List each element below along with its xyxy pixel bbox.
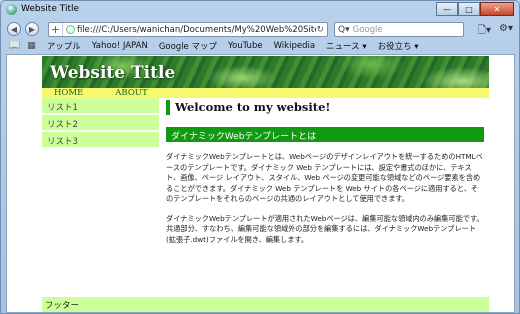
site-header: Website Title [42,56,489,88]
new-tab-button[interactable]: + [49,23,63,36]
browser-toolbar: ◀ ▶ + file:///C:/Users/wanichan/Document… [2,19,519,39]
browser-window: Website Title — □ ✕ ◀ ▶ + file:///C:/Use… [0,0,520,314]
sidebar-item-list3[interactable]: リスト3 [42,132,159,149]
minimize-button[interactable]: — [436,2,458,16]
title-bar[interactable]: Website Title — □ ✕ [1,1,519,18]
grid-icon[interactable]: ▦ [27,41,36,51]
globe-icon [65,25,75,34]
bookmark-google-maps[interactable]: Google マップ [159,40,217,52]
toolbar-menus: 🗋▾ ⚙▾ [478,23,513,40]
url-text[interactable]: file:///C:/Users/wanichan/Documents/My%2… [77,25,317,35]
nav-home-link[interactable]: HOME [54,88,83,98]
paragraph-intro: ダイナミックWebテンプレートとは、Webページのデザインレイアウトを統一するた… [166,152,483,203]
bookmark-wikipedia[interactable]: Wikipedia [274,41,315,51]
sidebar-item-list1[interactable]: リスト1 [42,98,159,115]
bookmark-news-folder[interactable]: ニュース ▾ [326,40,367,52]
bookmark-useful-folder[interactable]: お役立ち ▾ [378,40,419,52]
back-button[interactable]: ◀ [7,22,21,36]
maximize-button[interactable]: □ [458,2,480,16]
search-engine-icon[interactable]: Q▾ [338,25,350,35]
web-page: Website Title HOME ABOUT リスト1 リスト2 リスト3 … [42,56,489,312]
site-navbar: HOME ABOUT [42,88,489,98]
page-heading: Welcome to my website! [166,100,484,115]
browser-app-icon [6,4,17,15]
bookmarks-bar: 📖 ▦ アップル Yahoo! JAPAN Google マップ YouTube… [2,39,519,53]
sidebar: リスト1 リスト2 リスト3 [42,98,159,149]
main-content: Welcome to my website! ダイナミックWebテンプレートとは… [166,100,484,245]
paragraph-editing: ダイナミックWebテンプレートが適用されたWebページは、編集可能な領域内のみ編… [166,213,484,244]
search-field[interactable]: Q▾ Google [334,22,464,37]
site-title: Website Title [50,63,176,83]
address-bar[interactable]: + file:///C:/Users/wanichan/Documents/My… [48,22,328,37]
bookmark-youtube[interactable]: YouTube [228,41,263,51]
window-controls: — □ ✕ [436,2,514,16]
close-button[interactable]: ✕ [480,2,514,16]
sidebar-item-list2[interactable]: リスト2 [42,115,159,132]
forward-button[interactable]: ▶ [25,22,39,36]
page-viewport: Website Title HOME ABOUT リスト1 リスト2 リスト3 … [6,54,515,313]
gear-icon[interactable]: ⚙▾ [499,23,513,40]
bookmark-apple[interactable]: アップル [47,40,81,52]
search-placeholder: Google [352,24,383,35]
window-title: Website Title [21,4,80,14]
book-icon[interactable]: 📖 [9,41,20,51]
site-footer: フッター [42,297,489,312]
nav-about-link[interactable]: ABOUT [115,88,147,98]
page-menu-icon[interactable]: 🗋▾ [478,23,491,40]
refresh-icon[interactable]: ↻ [316,25,324,35]
section-heading: ダイナミックWebテンプレートとは [166,127,484,142]
bookmark-yahoo[interactable]: Yahoo! JAPAN [92,41,148,51]
